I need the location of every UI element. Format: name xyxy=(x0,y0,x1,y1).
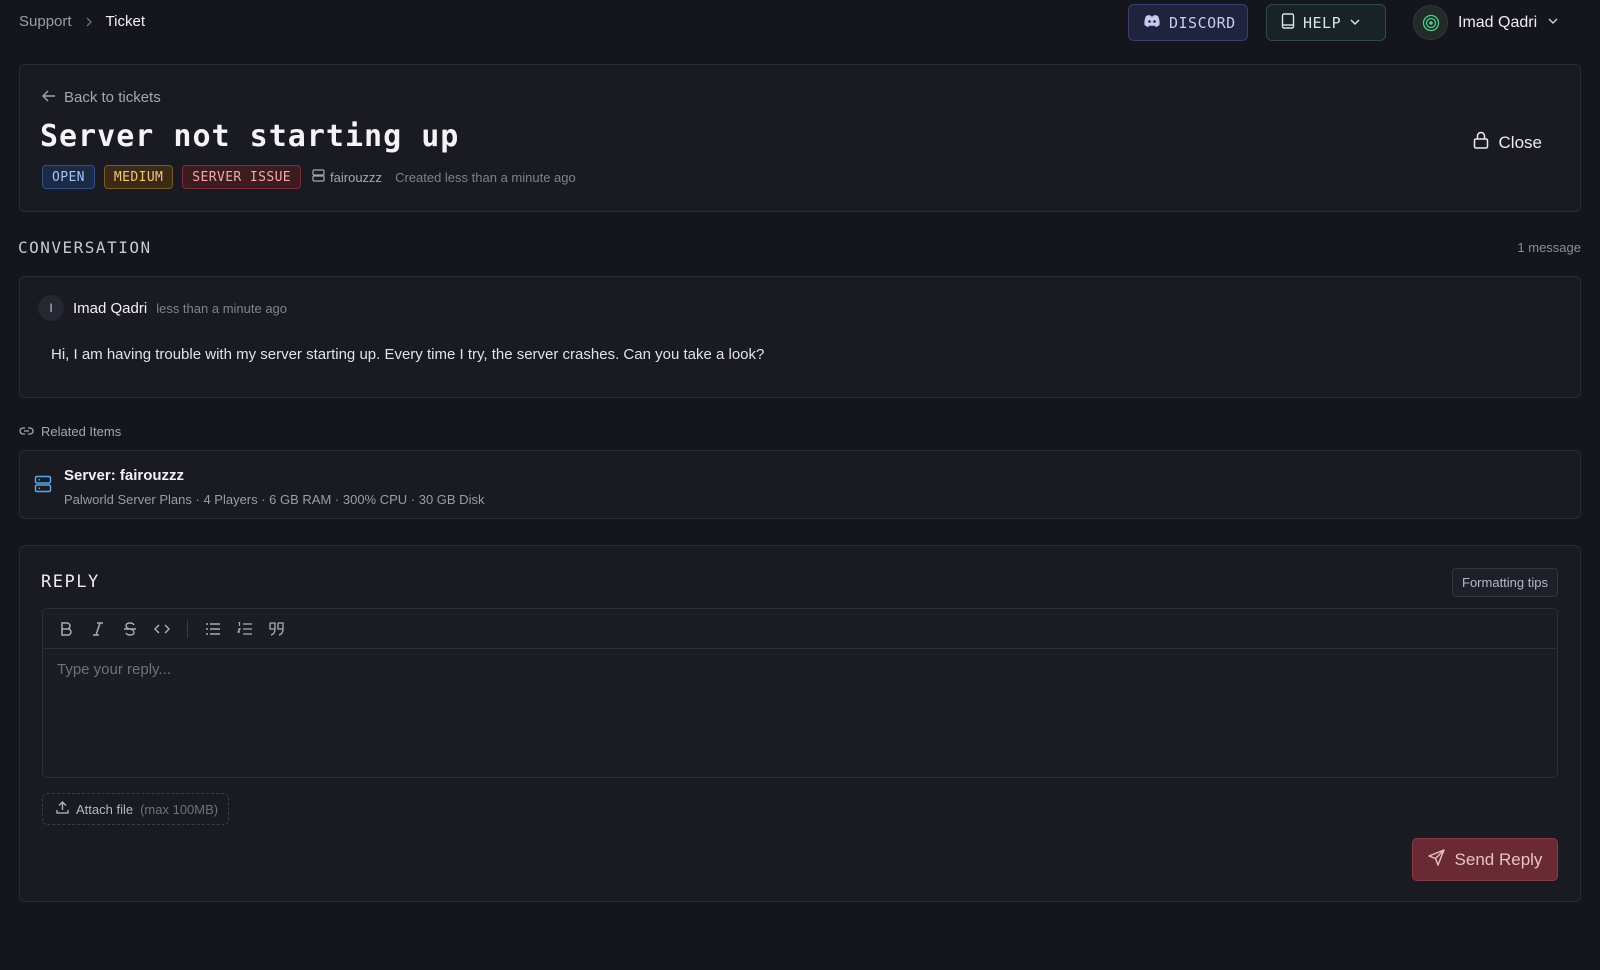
strikethrough-icon[interactable] xyxy=(121,620,139,638)
attach-file-label: Attach file xyxy=(76,801,134,817)
bullet-list-icon[interactable] xyxy=(204,620,222,638)
message-header: I Imad Qadri less than a minute ago xyxy=(38,295,287,321)
reply-editor xyxy=(42,608,1558,778)
send-reply-button[interactable]: Send Reply xyxy=(1412,838,1558,881)
help-menu-button[interactable]: HELP xyxy=(1266,4,1386,41)
quote-icon[interactable] xyxy=(268,620,286,638)
message-body: Hi, I am having trouble with my server s… xyxy=(51,346,765,363)
related-items-label: Related Items xyxy=(41,424,122,439)
discord-button[interactable]: DISCORD xyxy=(1128,4,1248,41)
chevron-right-icon xyxy=(84,17,94,27)
server-icon xyxy=(34,475,52,498)
toolbar-divider xyxy=(187,619,188,638)
breadcrumb: Support Ticket xyxy=(19,13,145,30)
related-item-server[interactable]: Server: fairouzzz Palworld Server Plans … xyxy=(19,450,1581,519)
code-icon[interactable] xyxy=(153,620,171,638)
help-label: HELP xyxy=(1303,13,1342,32)
chevron-down-icon xyxy=(1349,14,1361,32)
upload-icon xyxy=(56,801,69,817)
send-icon xyxy=(1427,848,1445,871)
message-author: Imad Qadri xyxy=(73,299,148,317)
status-badge: OPEN xyxy=(42,165,95,189)
lock-icon xyxy=(1473,131,1489,154)
link-icon xyxy=(19,424,34,439)
ticket-header-card: Back to tickets Server not starting up O… xyxy=(19,64,1581,212)
close-ticket-button[interactable]: Close xyxy=(1473,131,1542,154)
book-icon xyxy=(1281,12,1295,33)
user-name: Imad Qadri xyxy=(1458,13,1538,31)
ticket-tags: OPEN MEDIUM SERVER ISSUE fairouzzz Creat… xyxy=(42,165,576,189)
ticket-server: fairouzzz xyxy=(312,169,382,185)
avatar: I xyxy=(38,295,64,321)
target-icon xyxy=(1422,14,1439,31)
arrow-left-icon xyxy=(42,89,56,106)
back-to-tickets-link[interactable]: Back to tickets xyxy=(42,89,161,106)
ticket-created: Created less than a minute ago xyxy=(395,169,576,185)
formatting-tips-button[interactable]: Formatting tips xyxy=(1452,568,1558,597)
breadcrumb-current: Ticket xyxy=(105,13,145,30)
reply-input[interactable] xyxy=(43,649,1557,777)
ticket-title: Server not starting up xyxy=(40,119,460,154)
conversation-title: CONVERSATION xyxy=(18,238,152,257)
priority-badge: MEDIUM xyxy=(103,165,174,189)
italic-icon[interactable] xyxy=(89,620,107,638)
server-icon xyxy=(312,169,325,185)
attach-file-button[interactable]: Attach file (max 100MB) xyxy=(42,793,229,825)
message-time: less than a minute ago xyxy=(156,300,288,316)
back-to-tickets-label: Back to tickets xyxy=(64,89,161,106)
ticket-server-name: fairouzzz xyxy=(330,169,383,185)
related-items-heading: Related Items xyxy=(19,424,121,439)
reply-title: REPLY xyxy=(41,572,100,592)
attach-file-hint: (max 100MB) xyxy=(140,801,219,817)
discord-icon xyxy=(1143,14,1161,32)
reply-card: REPLY Formatting tips Type your reply...… xyxy=(19,545,1581,902)
category-badge: SERVER ISSUE xyxy=(182,165,302,189)
bold-icon[interactable] xyxy=(57,620,75,638)
breadcrumb-support-link[interactable]: Support xyxy=(19,13,72,30)
top-bar: Support Ticket DISCORD HELP Imad Qadri xyxy=(0,0,1600,46)
chevron-down-icon xyxy=(1547,14,1559,32)
user-avatar xyxy=(1413,5,1448,40)
discord-label: DISCORD xyxy=(1169,13,1236,32)
numbered-list-icon[interactable] xyxy=(236,620,254,638)
message-card: I Imad Qadri less than a minute ago Hi, … xyxy=(19,276,1581,398)
related-item-details: Palworld Server Plans · 4 Players · 6 GB… xyxy=(64,492,485,507)
user-menu[interactable]: Imad Qadri xyxy=(1413,4,1559,41)
send-reply-label: Send Reply xyxy=(1454,849,1543,869)
related-item-title: Server: fairouzzz xyxy=(64,467,185,484)
close-label: Close xyxy=(1498,132,1542,152)
editor-toolbar xyxy=(43,609,1557,649)
message-count: 1 message xyxy=(1517,240,1581,255)
